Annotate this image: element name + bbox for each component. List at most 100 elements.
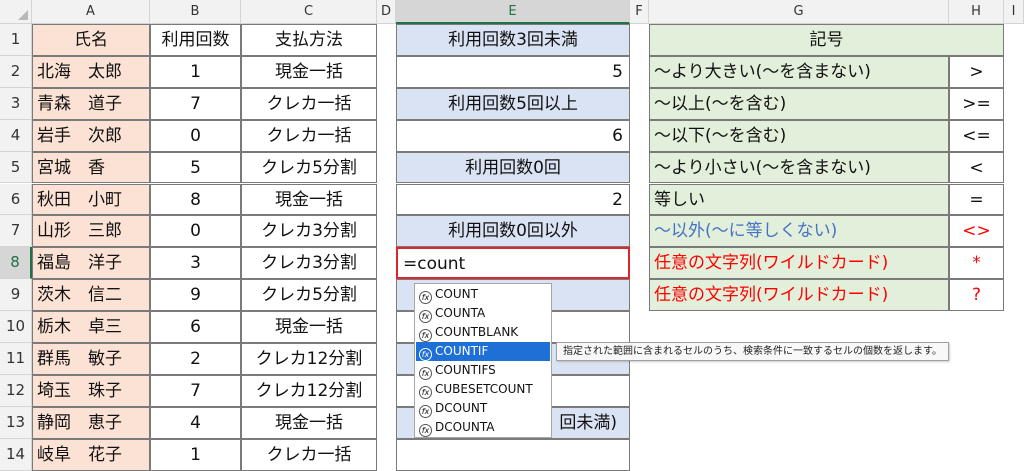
col-header-e[interactable]: E: [396, 0, 630, 24]
row-header-12[interactable]: 12: [0, 374, 32, 407]
summary-value-2[interactable]: 6: [396, 119, 630, 152]
cell-payment[interactable]: クレカ一括: [241, 119, 377, 152]
symbol-operator[interactable]: >=: [949, 87, 1004, 120]
header-payment[interactable]: 支払方法: [241, 24, 377, 56]
col-header-b[interactable]: B: [150, 0, 241, 24]
cell-name[interactable]: 青森 道子: [32, 87, 150, 120]
symbols-header[interactable]: 記号: [649, 24, 1004, 56]
autocomplete-item[interactable]: fx CUBESETCOUNT: [416, 380, 550, 399]
col-header-i[interactable]: I: [1004, 0, 1024, 24]
autocomplete-item[interactable]: fx COUNTA: [416, 304, 550, 323]
cell-payment[interactable]: クレカ一括: [241, 87, 377, 120]
col-header-c[interactable]: C: [241, 0, 377, 24]
symbol-description[interactable]: ～以下(～を含む): [649, 119, 949, 152]
symbol-operator[interactable]: *: [949, 247, 1004, 280]
cell-payment[interactable]: クレカ一括: [241, 438, 377, 471]
cell-name[interactable]: 栃木 卓三: [32, 311, 150, 343]
summary-label-2[interactable]: 利用回数5回以上: [396, 87, 630, 120]
cell-payment[interactable]: クレカ3分割: [241, 247, 377, 280]
row-header-11[interactable]: 11: [0, 343, 32, 375]
symbol-operator[interactable]: ?: [949, 279, 1004, 312]
cell-name[interactable]: 福島 洋子: [32, 247, 150, 280]
summary-label-1[interactable]: 利用回数3回未満: [396, 24, 630, 56]
symbol-description[interactable]: ～より小さい(～を含まない): [649, 151, 949, 184]
cell-payment[interactable]: クレカ12分割: [241, 343, 377, 375]
row-header-6[interactable]: 6: [0, 183, 32, 216]
autocomplete-item[interactable]: fx DCOUNTA: [416, 418, 550, 437]
col-header-h[interactable]: H: [949, 0, 1004, 24]
cell-name[interactable]: 北海 太郎: [32, 55, 150, 88]
autocomplete-item[interactable]: fx COUNTIF: [416, 342, 550, 361]
cell-name[interactable]: 岩手 次郎: [32, 119, 150, 152]
row-header-14[interactable]: 14: [0, 438, 32, 471]
cell-count[interactable]: 7: [150, 374, 241, 407]
symbol-description[interactable]: 任意の文字列(ワイルドカード): [649, 247, 949, 280]
symbol-operator[interactable]: <: [949, 151, 1004, 184]
cell-payment[interactable]: クレカ5分割: [241, 279, 377, 312]
row-header-8[interactable]: 8: [0, 247, 32, 280]
cell-count[interactable]: 0: [150, 119, 241, 152]
row-header-1[interactable]: 1: [0, 24, 32, 56]
symbol-description[interactable]: ～より大きい(～を含まない): [649, 55, 949, 88]
cell-name[interactable]: 山形 三郎: [32, 215, 150, 248]
summary-value-1[interactable]: 5: [396, 55, 630, 88]
cell-name[interactable]: 静岡 恵子: [32, 406, 150, 439]
symbol-operator[interactable]: <=: [949, 119, 1004, 152]
autocomplete-item[interactable]: fx COUNTIFS: [416, 361, 550, 380]
cell-payment[interactable]: 現金一括: [241, 55, 377, 88]
cell-payment[interactable]: クレカ5分割: [241, 151, 377, 184]
cell-count[interactable]: 4: [150, 406, 241, 439]
cell-name[interactable]: 岐阜 花子: [32, 438, 150, 471]
formula-input-cell[interactable]: =count: [396, 247, 630, 280]
cell-payment[interactable]: クレカ12分割: [241, 374, 377, 407]
cell-count[interactable]: 9: [150, 279, 241, 312]
row-header-10[interactable]: 10: [0, 311, 32, 343]
summary-label-3[interactable]: 利用回数0回: [396, 151, 630, 184]
cell-name[interactable]: 秋田 小町: [32, 183, 150, 216]
row-header-3[interactable]: 3: [0, 87, 32, 120]
row-header-4[interactable]: 4: [0, 119, 32, 152]
cell-count[interactable]: 5: [150, 151, 241, 184]
cell-payment[interactable]: 現金一括: [241, 183, 377, 216]
select-all-corner[interactable]: [0, 0, 32, 24]
symbol-operator[interactable]: >: [949, 55, 1004, 88]
cell-count[interactable]: 3: [150, 247, 241, 280]
cell-count[interactable]: 0: [150, 215, 241, 248]
summary-value-7[interactable]: [396, 438, 630, 471]
cell-payment[interactable]: 現金一括: [241, 311, 377, 343]
row-header-7[interactable]: 7: [0, 215, 32, 248]
summary-label-4[interactable]: 利用回数0回以外: [396, 215, 630, 248]
symbol-description[interactable]: 任意の文字列(ワイルドカード): [649, 279, 949, 312]
cell-name[interactable]: 埼玉 珠子: [32, 374, 150, 407]
cell-count[interactable]: 8: [150, 183, 241, 216]
cell-name[interactable]: 群馬 敏子: [32, 343, 150, 375]
autocomplete-item[interactable]: fx COUNTBLANK: [416, 323, 550, 342]
symbol-description[interactable]: 等しい: [649, 183, 949, 216]
symbol-description[interactable]: ～以上(～を含む): [649, 87, 949, 120]
cell-name[interactable]: 茨木 信二: [32, 279, 150, 312]
summary-value-3[interactable]: 2: [396, 183, 630, 216]
symbol-operator[interactable]: <>: [949, 215, 1004, 248]
row-header-2[interactable]: 2: [0, 55, 32, 88]
autocomplete-item[interactable]: fx COUNT: [416, 285, 550, 304]
col-header-f[interactable]: F: [630, 0, 649, 24]
cell-name[interactable]: 宮城 香: [32, 151, 150, 184]
col-header-d[interactable]: D: [377, 0, 396, 24]
col-header-a[interactable]: A: [32, 0, 150, 24]
cell-count[interactable]: 1: [150, 55, 241, 88]
header-name[interactable]: 氏名: [32, 24, 150, 56]
row-header-13[interactable]: 13: [0, 406, 32, 439]
header-count[interactable]: 利用回数: [150, 24, 241, 56]
symbol-description[interactable]: ～以外(～に等しくない): [649, 215, 949, 248]
row-header-9[interactable]: 9: [0, 279, 32, 312]
autocomplete-list[interactable]: fx COUNT fx COUNTA fx COUNTBLANK fx COUNTIF fx CO…: [414, 283, 552, 438]
cell-payment[interactable]: クレカ3分割: [241, 215, 377, 248]
cell-count[interactable]: 1: [150, 438, 241, 471]
symbol-operator[interactable]: =: [949, 183, 1004, 216]
col-header-g[interactable]: G: [649, 0, 949, 24]
cell-count[interactable]: 2: [150, 343, 241, 375]
cell-payment[interactable]: 現金一括: [241, 406, 377, 439]
cell-count[interactable]: 6: [150, 311, 241, 343]
cell-count[interactable]: 7: [150, 87, 241, 120]
row-header-5[interactable]: 5: [0, 151, 32, 184]
